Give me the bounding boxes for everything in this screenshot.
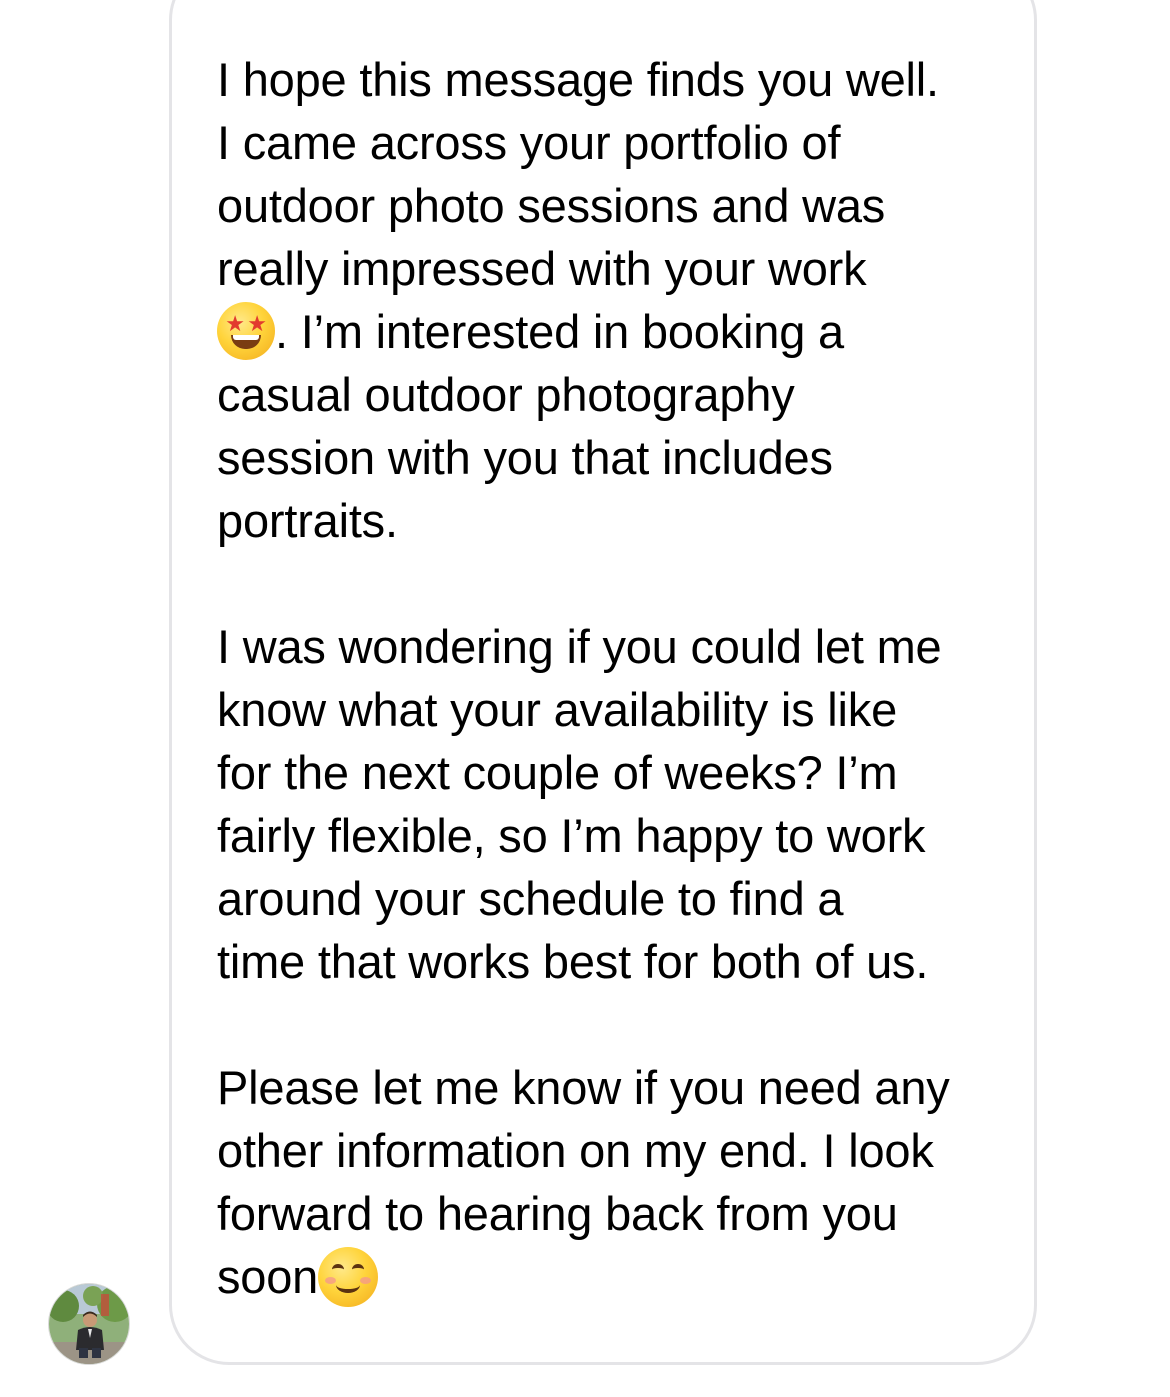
message-line-with-emoji: soon: [217, 1245, 1017, 1308]
message-line: casual outdoor photography: [217, 368, 795, 421]
message-line: I was wondering if you could let me: [217, 620, 942, 673]
message-line: portraits.: [217, 494, 398, 547]
message-line: I hope this message finds you well.: [217, 53, 939, 106]
message-paragraph-1: I hope this message finds you well. I ca…: [217, 48, 1017, 552]
message-line: forward to hearing back from you: [217, 1187, 898, 1240]
message-text: I hope this message finds you well. I ca…: [217, 48, 1017, 1308]
avatar[interactable]: [48, 1283, 130, 1365]
message-line: other information on my end. I look: [217, 1124, 934, 1177]
chat-screen: I hope this message finds you well. I ca…: [0, 0, 1170, 1397]
message-line: fairly flexible, so I’m happy to work: [217, 809, 926, 862]
message-line: around your schedule to find a: [217, 872, 844, 925]
message-line-text: . I’m interested in booking a: [275, 305, 844, 358]
message-line: outdoor photo sessions and was: [217, 179, 886, 232]
message-line-text: soon: [217, 1250, 319, 1303]
message-line: session with you that includes: [217, 431, 833, 484]
message-paragraph-2: I was wondering if you could let me know…: [217, 615, 1017, 993]
profile-photo-icon: [49, 1284, 129, 1364]
message-line: time that works best for both of us.: [217, 935, 929, 988]
message-line: know what your availability is like: [217, 683, 898, 736]
message-line: really impressed with your work: [217, 242, 867, 295]
smiling-face-emoji-icon: [318, 1247, 379, 1307]
message-line: for the next couple of weeks? I’m: [217, 746, 898, 799]
message-line-with-emoji: ★ ★ . I’m interested in booking a: [217, 300, 1017, 363]
message-line: I came across your portfolio of: [217, 116, 841, 169]
message-paragraph-3: Please let me know if you need any other…: [217, 1056, 1017, 1308]
star-struck-emoji-icon: ★ ★: [217, 302, 275, 360]
message-line: Please let me know if you need any: [217, 1061, 950, 1114]
